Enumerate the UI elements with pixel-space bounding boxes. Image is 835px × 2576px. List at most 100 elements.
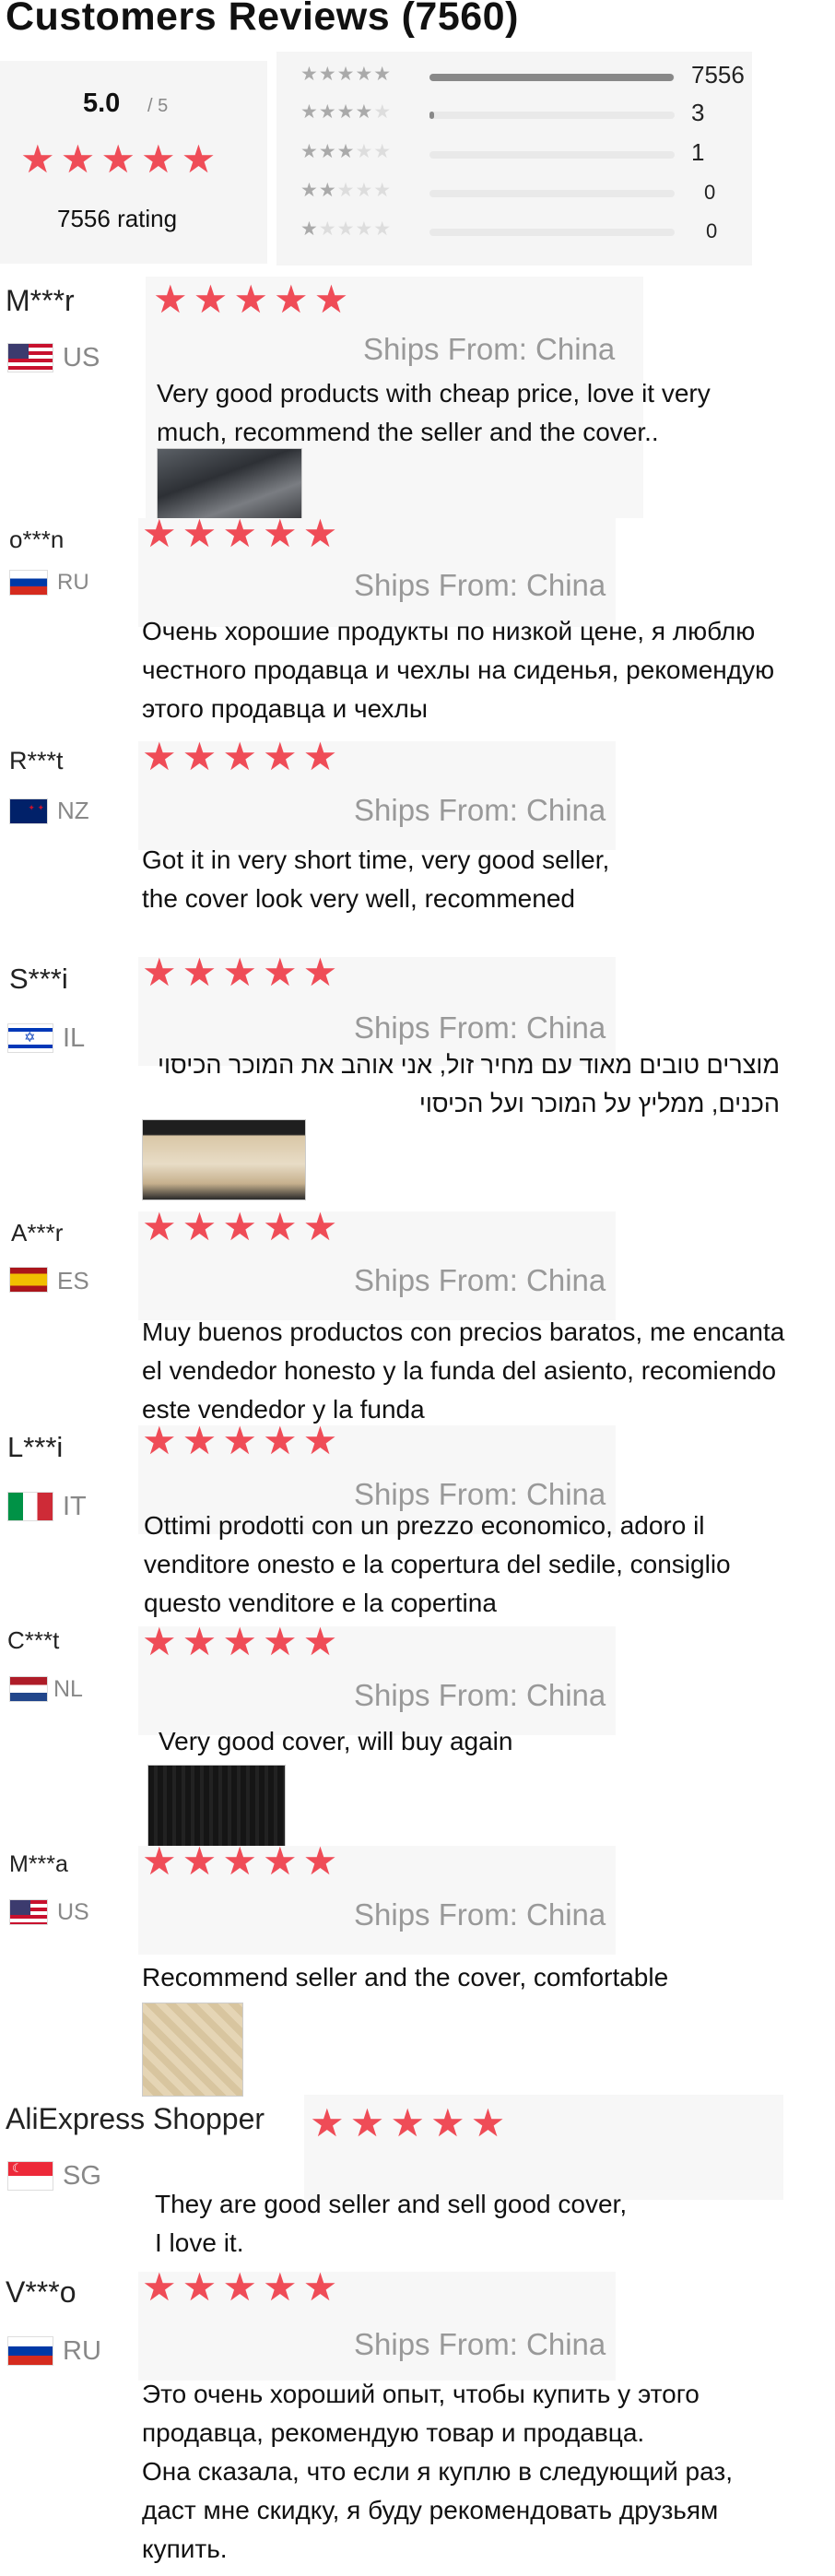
- review-text: Это очень хороший опыт, чтобы купить у э…: [142, 2380, 733, 2563]
- reviewer-country: RU: [63, 2336, 101, 2366]
- review-text: Muy buenos productos con precios baratos…: [142, 1318, 785, 1424]
- stars-1-icon: ★★★★★: [300, 219, 393, 240]
- star-icon: ★: [262, 735, 298, 778]
- review-photo[interactable]: [157, 448, 302, 520]
- star-icon: ★: [233, 278, 268, 321]
- stars-5-icon: ★★★★★: [300, 64, 393, 85]
- review-stars: ★ ★ ★ ★ ★: [142, 738, 343, 776]
- star-icon: ★: [142, 1419, 177, 1462]
- rating-count: 7556 rating: [57, 205, 178, 232]
- star-icon: ★: [302, 512, 338, 555]
- reviewer-name: L***i: [7, 1431, 64, 1463]
- us-flag-icon: [9, 1899, 48, 1925]
- breakdown-row-5[interactable]: ★★★★★ 7556: [300, 61, 817, 90]
- breakdown-row-3[interactable]: ★★★★★ 1: [300, 138, 817, 168]
- star-icon: ★: [273, 278, 309, 321]
- breakdown-row-1[interactable]: ★★★★★ 0: [300, 218, 817, 245]
- review-text: Very good cover, will buy again: [159, 1727, 513, 1755]
- reviewer-name: AliExpress Shopper: [6, 2102, 265, 2135]
- star-icon: ★: [222, 951, 257, 994]
- breakdown-count: 0: [704, 181, 716, 204]
- reviewer-country: SG: [63, 2161, 101, 2191]
- star-icon: ★: [222, 512, 257, 555]
- review-text: Ottimi prodotti con un prezzo economico,…: [144, 1511, 731, 1617]
- star-icon: ★: [142, 512, 177, 555]
- reviewer-name: C***t: [7, 1626, 60, 1654]
- star-icon: ★: [262, 2265, 298, 2309]
- star-icon: ★: [182, 1419, 218, 1462]
- review-item: AliExpress Shopper SG ★★★★★ They are goo…: [0, 2095, 835, 2257]
- reviewer-country: NL: [53, 1676, 83, 1702]
- review-photo[interactable]: [147, 1765, 286, 1848]
- review-text: Очень хорошие продукты по низкой цене, я…: [142, 617, 775, 723]
- review-stars: ★ ★ ★ ★ ★: [142, 1208, 343, 1247]
- progress-track: [429, 74, 675, 81]
- progress-track: [429, 190, 675, 197]
- reviewer-name: S***i: [9, 963, 68, 995]
- reviewer-name: o***n: [9, 526, 65, 553]
- star-icon: ★: [60, 137, 96, 181]
- il-flag-icon: [7, 1023, 53, 1053]
- review-stars: ★ ★ ★ ★ ★: [142, 953, 343, 992]
- star-icon: ★: [262, 1419, 298, 1462]
- star-icon: ★: [390, 2101, 425, 2145]
- review-item: R***t NZ ★★★★★ Ships From: China Got it …: [0, 738, 835, 926]
- review-item: A***r ES ★ ★ ★ ★ ★ Ships From: China Muy bue…: [0, 1208, 835, 1424]
- review-stars: ★ ★ ★ ★ ★: [142, 1422, 343, 1460]
- breakdown-count: 0: [706, 219, 718, 242]
- star-icon: ★: [142, 1839, 177, 1883]
- review-stars: ★ ★ ★ ★ ★: [142, 1623, 343, 1661]
- progress-fill: [429, 74, 674, 81]
- breakdown-row-2[interactable]: ★★★★★ 0: [300, 179, 817, 207]
- average-score: 5.0: [83, 89, 121, 118]
- ships-from-label: Ships From: China: [354, 1263, 606, 1297]
- reviewer-name: A***r: [11, 1219, 64, 1247]
- ships-from-label: Ships From: China: [354, 1678, 606, 1712]
- breakdown-count: 7556: [691, 61, 745, 89]
- breakdown-row-4[interactable]: ★★★★★ 3: [300, 99, 817, 128]
- progress-track: [429, 112, 675, 119]
- review-text: They are good seller and sell good cover…: [155, 2190, 628, 2257]
- sg-flag-icon: [7, 2161, 53, 2191]
- reviewer-name: R***t: [9, 747, 64, 774]
- breakdown-count: 3: [691, 99, 705, 126]
- star-icon: ★: [222, 1839, 257, 1883]
- us-flag-icon: [7, 343, 53, 372]
- review-stars: ★ ★ ★ ★ ★: [142, 2268, 343, 2307]
- review-text: Very good products with cheap price, lov…: [157, 379, 711, 446]
- star-icon: ★: [222, 1205, 257, 1248]
- reviewer-country: US: [57, 1899, 89, 1925]
- review-photo[interactable]: [142, 1119, 306, 1200]
- review-item: C***t NL ★ ★ ★ ★ ★ Ships From: China Very go…: [0, 1623, 835, 1853]
- star-icon: ★: [262, 512, 298, 555]
- star-icon: ★: [302, 2265, 338, 2309]
- nz-flag-icon: [9, 798, 48, 824]
- score-scale: / 5: [147, 96, 169, 116]
- ships-from-label: Ships From: China: [363, 332, 616, 366]
- star-icon: ★: [182, 1205, 218, 1248]
- star-icon: ★: [302, 1419, 338, 1462]
- star-icon: ★: [181, 137, 217, 181]
- stars-3-icon: ★★★★★: [300, 141, 393, 162]
- star-icon: ★: [302, 1620, 338, 1663]
- star-icon: ★: [182, 951, 218, 994]
- reviewer-country: US: [63, 343, 100, 372]
- reviewer-name: M***a: [9, 1851, 68, 1877]
- star-icon: ★: [262, 1839, 298, 1883]
- star-icon: ★: [310, 2101, 345, 2145]
- star-icon: ★: [20, 137, 55, 181]
- star-icon: ★: [349, 2101, 385, 2145]
- reviewer-country: IL: [63, 1023, 86, 1053]
- page-title: Customers Reviews (7560): [6, 0, 519, 39]
- review-item: S***i IL ★★★★★ Ships From: China מוצרים …: [0, 953, 835, 1200]
- ships-from-label: Ships From: China: [354, 793, 606, 827]
- review-photo[interactable]: [142, 2003, 243, 2097]
- progress-track: [429, 151, 675, 159]
- star-icon: ★: [142, 1620, 177, 1663]
- review-text: Got it in very short time, very good sel…: [142, 845, 610, 913]
- review-text: מוצרים טובים מאוד עם מחיר זול, אני אוהב …: [158, 1051, 780, 1117]
- star-icon: ★: [302, 951, 338, 994]
- reviewer-country: IT: [63, 1492, 87, 1521]
- star-icon: ★: [182, 1620, 218, 1663]
- stars-4-icon: ★★★★★: [300, 101, 393, 123]
